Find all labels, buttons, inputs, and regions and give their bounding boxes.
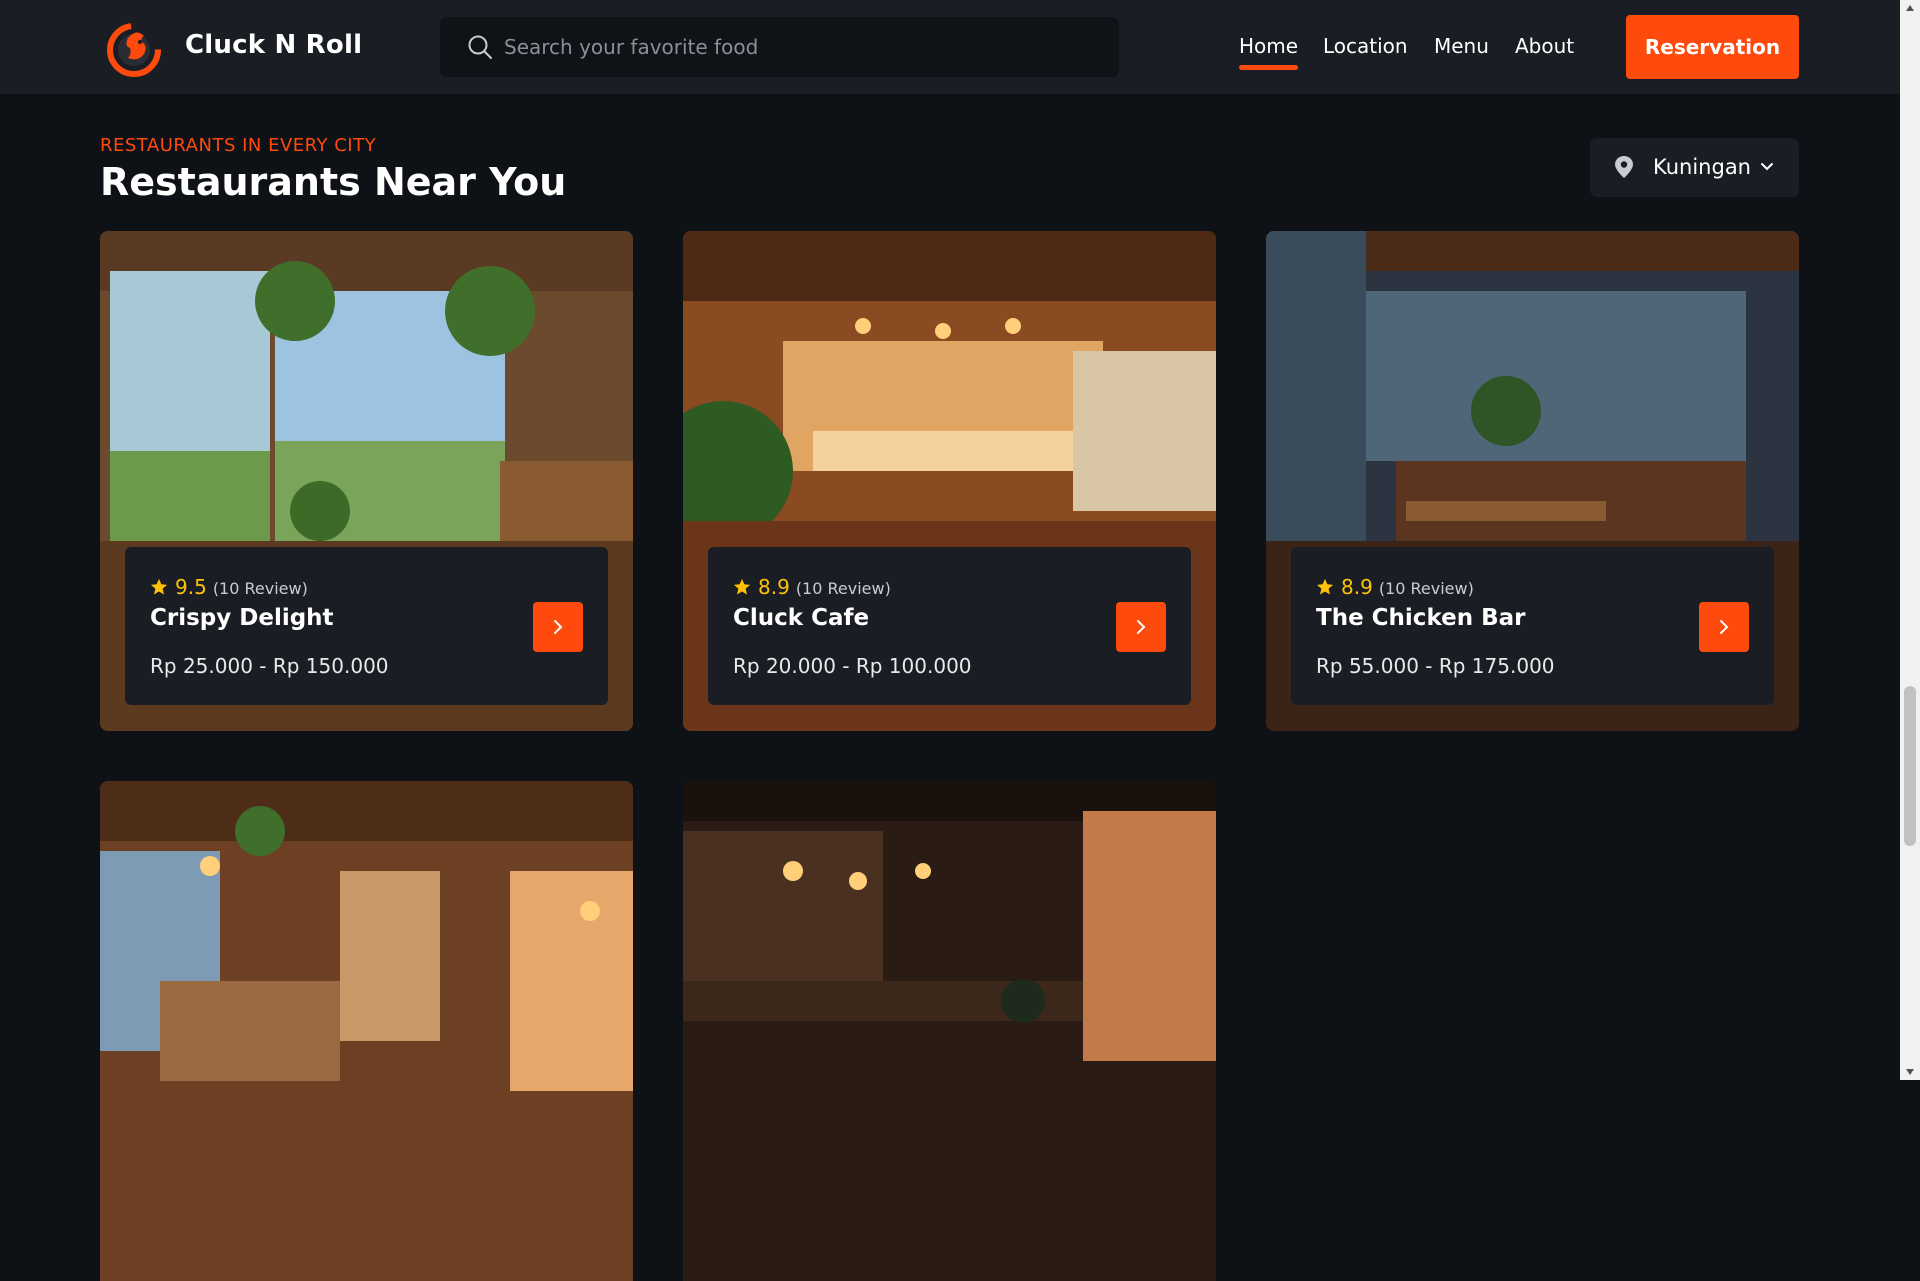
top-navbar: Cluck N Roll Home Location Menu About Re… bbox=[0, 0, 1900, 94]
reservation-button[interactable]: Reservation bbox=[1626, 15, 1799, 79]
nav-menu[interactable]: Menu bbox=[1434, 34, 1489, 58]
restaurant-card[interactable]: 8.9 (10 Review) The Chicken Bar Rp 55.00… bbox=[1266, 231, 1799, 731]
restaurant-name[interactable]: Crispy Delight bbox=[150, 605, 334, 631]
view-restaurant-button[interactable] bbox=[1116, 602, 1166, 652]
restaurant-name[interactable]: Cluck Cafe bbox=[733, 605, 869, 631]
chevron-down-icon bbox=[1761, 163, 1773, 171]
restaurant-info-panel: 8.9 (10 Review) Cluck Cafe Rp 20.000 - R… bbox=[708, 547, 1191, 705]
price-range: Rp 25.000 - Rp 150.000 bbox=[150, 654, 389, 678]
location-selected-value: Kuningan bbox=[1653, 155, 1751, 179]
view-restaurant-button[interactable] bbox=[1699, 602, 1749, 652]
section-title: Restaurants Near You bbox=[100, 160, 567, 204]
page-scrollbar[interactable] bbox=[1900, 0, 1920, 1080]
star-icon bbox=[1316, 578, 1334, 595]
rating-row: 8.9 (10 Review) bbox=[1316, 575, 1474, 599]
chevron-right-icon bbox=[1720, 620, 1729, 634]
chevron-right-icon bbox=[554, 620, 563, 634]
review-count: (10 Review) bbox=[795, 579, 891, 598]
rating-value: 9.5 bbox=[175, 575, 207, 599]
map-pin-icon bbox=[1615, 156, 1633, 178]
restaurant-photo bbox=[100, 781, 633, 1281]
restaurant-card[interactable]: 9.5 (10 Review) Crispy Delight Rp 25.000… bbox=[100, 231, 633, 731]
restaurant-card[interactable]: 8.9 (10 Review) Cluck Cafe Rp 20.000 - R… bbox=[683, 231, 1216, 731]
nav-location[interactable]: Location bbox=[1323, 34, 1408, 58]
active-nav-indicator bbox=[1239, 65, 1298, 70]
rating-row: 9.5 (10 Review) bbox=[150, 575, 308, 599]
restaurant-name[interactable]: The Chicken Bar bbox=[1316, 605, 1526, 631]
section-eyebrow: RESTAURANTS IN EVERY CITY bbox=[100, 135, 377, 156]
view-restaurant-button[interactable] bbox=[533, 602, 583, 652]
rating-value: 8.9 bbox=[1341, 575, 1373, 599]
restaurant-info-panel: 9.5 (10 Review) Crispy Delight Rp 25.000… bbox=[125, 547, 608, 705]
review-count: (10 Review) bbox=[212, 579, 308, 598]
review-count: (10 Review) bbox=[1378, 579, 1474, 598]
location-dropdown[interactable]: Kuningan bbox=[1590, 138, 1799, 197]
nav-home[interactable]: Home bbox=[1239, 34, 1298, 58]
restaurant-info-panel: 8.9 (10 Review) The Chicken Bar Rp 55.00… bbox=[1291, 547, 1774, 705]
rating-row: 8.9 (10 Review) bbox=[733, 575, 891, 599]
brand-name[interactable]: Cluck N Roll bbox=[185, 30, 362, 60]
scrollbar-thumb[interactable] bbox=[1904, 686, 1916, 846]
search-bar[interactable] bbox=[440, 17, 1119, 77]
price-range: Rp 20.000 - Rp 100.000 bbox=[733, 654, 972, 678]
star-icon bbox=[733, 578, 751, 595]
restaurant-photo bbox=[683, 781, 1216, 1281]
scroll-up-arrow-icon[interactable] bbox=[1905, 4, 1915, 12]
chevron-right-icon bbox=[1137, 620, 1146, 634]
rating-value: 8.9 bbox=[758, 575, 790, 599]
scroll-down-arrow-icon[interactable] bbox=[1905, 1068, 1915, 1076]
nav-about[interactable]: About bbox=[1515, 34, 1574, 58]
rooster-logo-icon[interactable] bbox=[102, 16, 166, 80]
price-range: Rp 55.000 - Rp 175.000 bbox=[1316, 654, 1555, 678]
restaurant-card[interactable] bbox=[100, 781, 633, 1281]
search-input[interactable] bbox=[502, 17, 1092, 77]
search-icon bbox=[468, 35, 492, 59]
star-icon bbox=[150, 578, 168, 595]
restaurant-card[interactable] bbox=[683, 781, 1216, 1281]
